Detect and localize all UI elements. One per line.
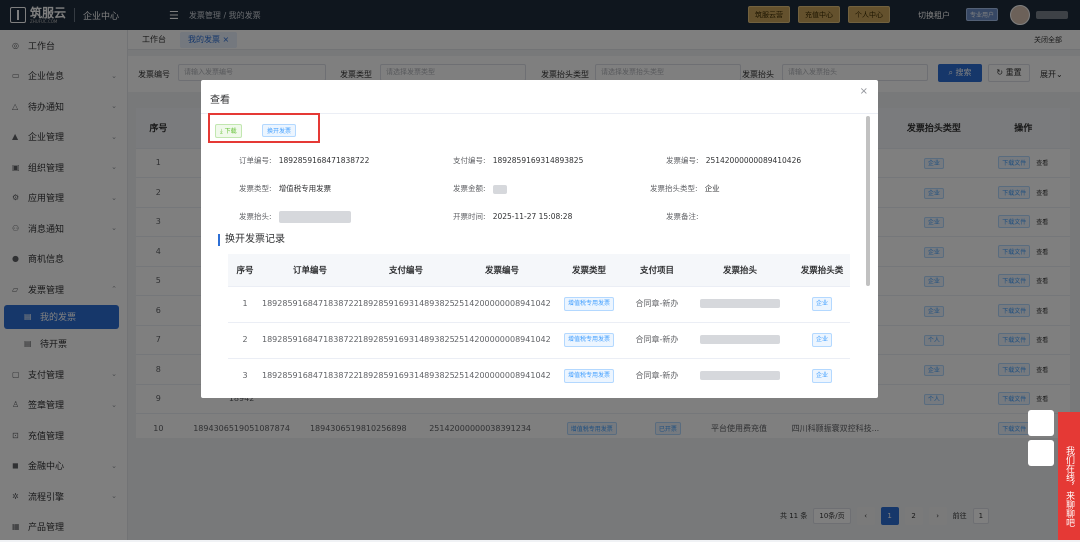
time-field: 开票时间: 2025-11-27 15:08:28 bbox=[453, 211, 572, 222]
cell: 1892859169314893825 bbox=[358, 322, 454, 358]
invoice-type-tag: 增值税专用发票 bbox=[564, 297, 614, 311]
title-field: 发票抬头: bbox=[239, 211, 351, 223]
col-inv: 发票编号 bbox=[454, 254, 550, 286]
label: 订单编号: bbox=[239, 156, 272, 165]
support-avatar-icon[interactable] bbox=[1028, 410, 1054, 436]
col-title-type: 发票抬头类 bbox=[794, 254, 850, 286]
cell: 1892859168471838722 bbox=[262, 322, 358, 358]
switch-invoice-button[interactable]: 换开发票 bbox=[262, 124, 296, 137]
title-type-tag: 企业 bbox=[812, 369, 832, 383]
cell: 1892859169314893825 bbox=[358, 286, 454, 322]
inv-field: 发票编号: 25142000000089410426 bbox=[666, 155, 801, 166]
label: 发票类型: bbox=[239, 184, 272, 193]
view-invoice-modal: 查看 × ⤓ 下载 换开发票 订单编号: 1892859168471838722… bbox=[201, 80, 878, 398]
label: 开票时间: bbox=[453, 212, 486, 221]
col-title: 发票抬头 bbox=[686, 254, 794, 286]
title-redacted bbox=[279, 211, 351, 223]
scrollbar[interactable] bbox=[866, 116, 870, 286]
download-icon: ⤓ bbox=[220, 128, 223, 135]
remark-field: 发票备注: bbox=[666, 211, 699, 222]
cell: 合同章-新办 bbox=[628, 358, 686, 394]
modal-title: 查看 bbox=[210, 91, 230, 106]
amount-field: 发票金额: bbox=[453, 183, 507, 194]
title-type-tag: 企业 bbox=[812, 333, 832, 347]
cell: 25142000000089410426 bbox=[454, 286, 550, 322]
invoice-type-tag: 增值税专用发票 bbox=[564, 333, 614, 347]
close-icon[interactable]: × bbox=[860, 86, 868, 97]
cell: 1 bbox=[228, 286, 262, 322]
cell: 3 bbox=[228, 358, 262, 394]
download-label: 下载 bbox=[225, 128, 237, 135]
titletype-field: 发票抬头类型: 企业 bbox=[650, 183, 720, 194]
col-type: 发票类型 bbox=[550, 254, 628, 286]
invtype-field: 发票类型: 增值税专用发票 bbox=[239, 183, 331, 194]
amount-redacted bbox=[493, 185, 507, 194]
titletype-value: 企业 bbox=[705, 184, 720, 193]
inv-value: 25142000000089410426 bbox=[706, 156, 801, 165]
table-row: 3 1892859168471838722 189285916931489382… bbox=[228, 358, 850, 394]
record-title: 换开发票记录 bbox=[218, 234, 285, 246]
invtype-value: 增值税专用发票 bbox=[279, 184, 332, 193]
record-table: 序号 订单编号 支付编号 发票编号 发票类型 支付项目 发票抬头 发票抬头类 1… bbox=[228, 254, 850, 394]
cell: 2 bbox=[228, 322, 262, 358]
col-item: 支付项目 bbox=[628, 254, 686, 286]
cell: 1892859168471838722 bbox=[262, 286, 358, 322]
col-seq: 序号 bbox=[228, 254, 262, 286]
label: 发票金额: bbox=[453, 184, 486, 193]
online-chat-button[interactable]: 我们在线，来聊聊吧 bbox=[1058, 412, 1080, 540]
title-redacted bbox=[700, 335, 780, 344]
time-value: 2025-11-27 15:08:28 bbox=[493, 212, 573, 221]
cell: 1892859168471838722 bbox=[262, 358, 358, 394]
order-field: 订单编号: 1892859168471838722 bbox=[239, 155, 369, 166]
label: 支付编号: bbox=[453, 156, 486, 165]
document-icon[interactable] bbox=[1028, 440, 1054, 466]
title-type-tag: 企业 bbox=[812, 297, 832, 311]
cell: 1892859169314893825 bbox=[358, 358, 454, 394]
order-value: 1892859168471838722 bbox=[279, 156, 370, 165]
invoice-type-tag: 增值税专用发票 bbox=[564, 369, 614, 383]
cell: 25142000000089410426 bbox=[454, 358, 550, 394]
cell: 合同章-新办 bbox=[628, 286, 686, 322]
label: 发票抬头: bbox=[239, 212, 272, 221]
cell: 25142000000089410426 bbox=[454, 322, 550, 358]
label: 发票抬头类型: bbox=[650, 184, 698, 193]
title-redacted bbox=[700, 299, 780, 308]
col-pay: 支付编号 bbox=[358, 254, 454, 286]
download-button[interactable]: ⤓ 下载 bbox=[215, 124, 242, 138]
table-row: 2 1892859168471838722 189285916931489382… bbox=[228, 322, 850, 358]
pay-value: 1892859169314893825 bbox=[493, 156, 584, 165]
pay-field: 支付编号: 1892859169314893825 bbox=[453, 155, 583, 166]
cell: 合同章-新办 bbox=[628, 322, 686, 358]
title-redacted bbox=[700, 371, 780, 380]
table-row: 1 1892859168471838722 189285916931489382… bbox=[228, 286, 850, 322]
label: 发票编号: bbox=[666, 156, 699, 165]
col-order: 订单编号 bbox=[262, 254, 358, 286]
label: 发票备注: bbox=[666, 212, 699, 221]
